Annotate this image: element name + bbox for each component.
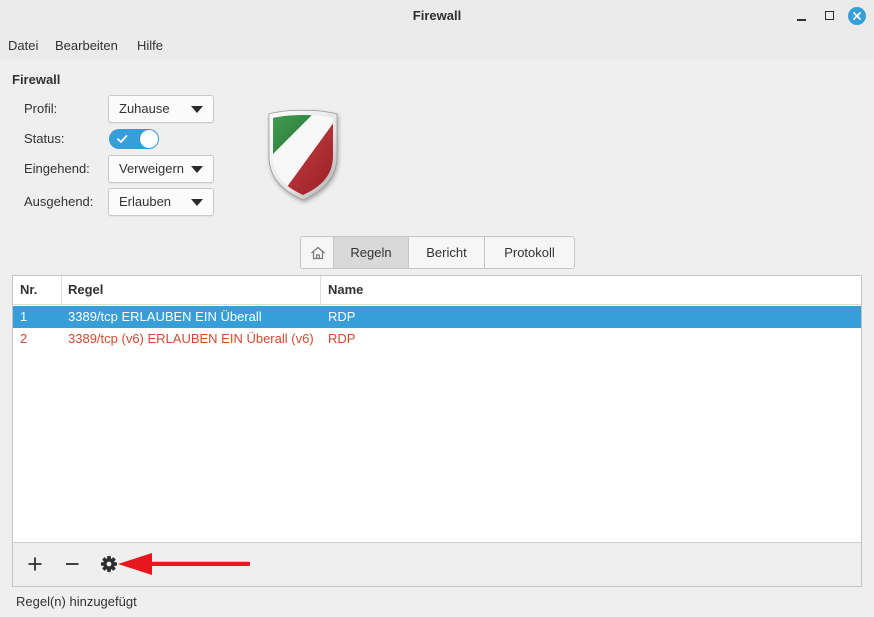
- outgoing-label: Ausgehend:: [24, 194, 94, 209]
- outgoing-value: Erlauben: [119, 194, 172, 209]
- add-rule-button[interactable]: [27, 556, 43, 572]
- menu-datei[interactable]: Datei: [8, 32, 38, 60]
- cell-nr: 2: [20, 331, 28, 346]
- table-row[interactable]: 1 3389/tcp ERLAUBEN EIN Überall RDP: [13, 306, 861, 328]
- minus-icon: [66, 563, 79, 565]
- outgoing-combo[interactable]: Erlauben: [108, 188, 214, 216]
- profile-label: Profil:: [24, 101, 58, 116]
- incoming-label: Eingehend:: [24, 161, 90, 176]
- column-header-rule[interactable]: Regel: [62, 276, 321, 304]
- menu-bearbeiten[interactable]: Bearbeiten: [55, 32, 118, 60]
- cell-rule: 3389/tcp (v6) ERLAUBEN EIN Überall (v6): [68, 331, 314, 346]
- close-icon[interactable]: [848, 7, 866, 25]
- menu-hilfe[interactable]: Hilfe: [137, 32, 163, 60]
- remove-rule-button[interactable]: [64, 556, 80, 572]
- dropdown-arrow-icon: [191, 166, 203, 173]
- rules-table: Nr. Regel Name 1 3389/tcp ERLAUBEN EIN Ü…: [13, 276, 861, 543]
- plus-icon: [28, 557, 42, 571]
- tab-protokoll[interactable]: Protokoll: [484, 236, 575, 269]
- profile-combo[interactable]: Zuhause: [108, 95, 214, 123]
- tab-bericht[interactable]: Bericht: [408, 236, 485, 269]
- section-heading: Firewall: [12, 72, 61, 87]
- checkmark-icon: [117, 135, 128, 143]
- table-row[interactable]: 2 3389/tcp (v6) ERLAUBEN EIN Überall (v6…: [13, 328, 861, 350]
- menu-bar: Datei Bearbeiten Hilfe: [0, 32, 874, 60]
- title-bar[interactable]: Firewall: [0, 0, 874, 32]
- tab-home[interactable]: [300, 236, 334, 269]
- incoming-value: Verweigern: [119, 161, 185, 176]
- toggle-knob: [140, 130, 158, 148]
- table-header: Nr. Regel Name: [13, 276, 861, 305]
- cell-name: RDP: [328, 331, 356, 346]
- dropdown-arrow-icon: [191, 106, 203, 113]
- incoming-combo[interactable]: Verweigern: [108, 155, 214, 183]
- window-title: Firewall: [412, 8, 462, 23]
- rules-frame: Nr. Regel Name 1 3389/tcp ERLAUBEN EIN Ü…: [12, 275, 862, 587]
- dropdown-arrow-icon: [191, 199, 203, 206]
- column-header-nr[interactable]: Nr.: [13, 276, 62, 304]
- status-label: Status:: [24, 131, 65, 146]
- cell-nr: 1: [20, 309, 28, 324]
- cell-name: RDP: [328, 309, 356, 324]
- home-icon: [311, 246, 325, 260]
- tab-regeln[interactable]: Regeln: [333, 236, 409, 269]
- red-arrow-icon: [118, 553, 250, 575]
- cell-rule: 3389/tcp ERLAUBEN EIN Überall: [68, 309, 262, 324]
- column-header-name[interactable]: Name: [321, 276, 861, 304]
- profile-value: Zuhause: [119, 101, 170, 116]
- view-tabs: Regeln Bericht Protokoll: [300, 236, 575, 269]
- maximize-icon[interactable]: [825, 11, 834, 20]
- status-bar-text: Regel(n) hinzugefügt: [16, 594, 137, 609]
- gufw-shield-icon: [268, 109, 338, 201]
- status-toggle[interactable]: [109, 129, 159, 149]
- minimize-icon[interactable]: [797, 19, 806, 21]
